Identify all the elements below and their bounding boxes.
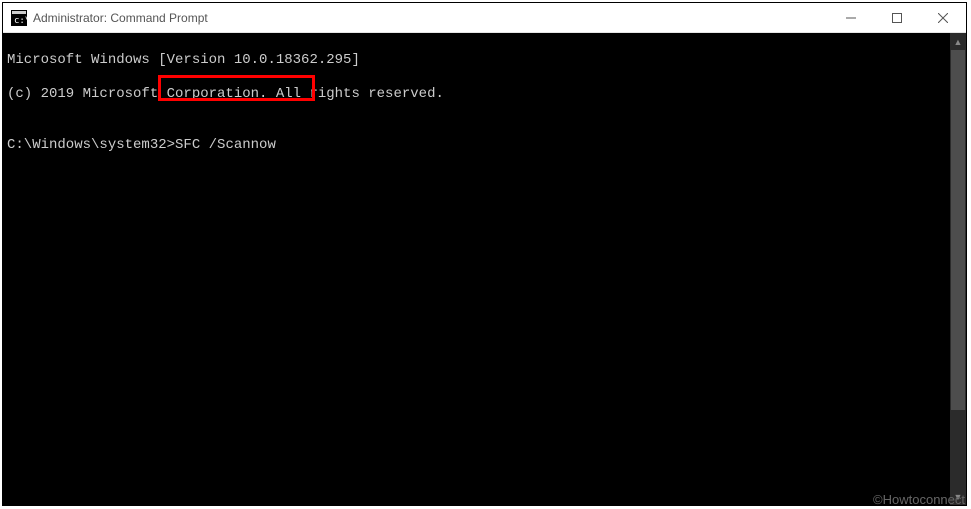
- close-button[interactable]: [920, 3, 966, 33]
- terminal-body[interactable]: Microsoft Windows [Version 10.0.18362.29…: [3, 33, 966, 505]
- window-title: Administrator: Command Prompt: [33, 11, 208, 25]
- vertical-scrollbar[interactable]: ▲ ▼: [949, 33, 966, 505]
- watermark-text: ©Howtoconnect: [873, 492, 965, 507]
- window-controls: [828, 3, 966, 33]
- scroll-up-arrow[interactable]: ▲: [950, 33, 966, 50]
- output-line: Microsoft Windows [Version 10.0.18362.29…: [7, 52, 949, 69]
- terminal-output: Microsoft Windows [Version 10.0.18362.29…: [3, 33, 949, 505]
- title-bar[interactable]: c:\ Administrator: Command Prompt: [3, 3, 966, 33]
- cmd-icon: c:\: [11, 10, 27, 26]
- svg-text:c:\: c:\: [14, 16, 27, 26]
- output-line: (c) 2019 Microsoft Corporation. All righ…: [7, 86, 949, 103]
- prompt-line: C:\Windows\system32>SFC /Scannow: [7, 137, 949, 154]
- window-frame: c:\ Administrator: Command Prompt Micros…: [2, 2, 967, 506]
- maximize-button[interactable]: [874, 3, 920, 33]
- prompt-path: C:\Windows\system32>: [7, 137, 175, 153]
- typed-command: SFC /Scannow: [175, 137, 276, 153]
- minimize-button[interactable]: [828, 3, 874, 33]
- scrollbar-thumb[interactable]: [951, 50, 965, 410]
